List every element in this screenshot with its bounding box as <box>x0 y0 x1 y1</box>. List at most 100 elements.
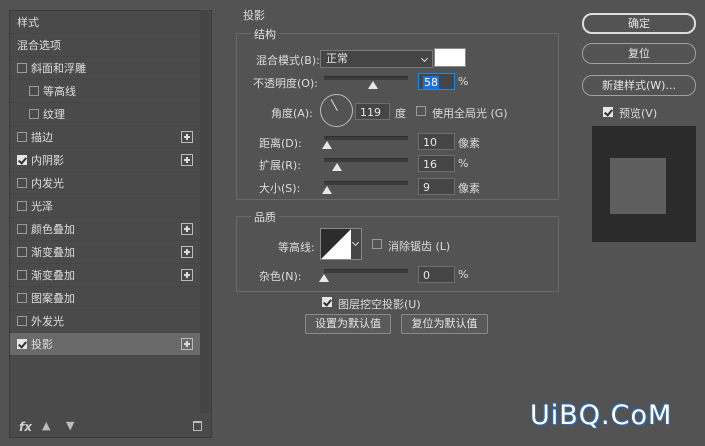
opacity-slider-thumb[interactable] <box>367 81 378 89</box>
noise-input[interactable]: 0 <box>418 266 455 283</box>
style-item-row[interactable]: 渐变叠加 <box>10 241 203 264</box>
style-item-checkbox[interactable] <box>29 86 39 96</box>
noise-slider-track[interactable] <box>324 269 408 273</box>
style-item-label: 渐变叠加 <box>31 246 75 259</box>
contour-preview-icon <box>321 229 351 259</box>
distance-slider-track[interactable] <box>324 136 408 140</box>
noise-label: 杂色(N): <box>259 270 302 283</box>
style-item-label: 纹理 <box>43 108 65 121</box>
style-item-label: 内发光 <box>31 177 64 190</box>
style-item-label: 等高线 <box>43 85 76 98</box>
move-up-icon[interactable]: ▲ <box>42 419 50 432</box>
reset-button[interactable]: 复位 <box>582 43 696 64</box>
style-item-row[interactable]: 样式 <box>10 11 203 34</box>
style-item-row[interactable]: 颜色叠加 <box>10 218 203 241</box>
global-light-checkbox[interactable] <box>416 106 426 116</box>
style-item-row[interactable]: 等高线 <box>10 80 203 103</box>
reset-default-button[interactable]: 复位为默认值 <box>401 314 488 334</box>
opacity-slider-track[interactable] <box>324 76 408 80</box>
style-item-checkbox[interactable] <box>17 201 27 211</box>
style-item-checkbox[interactable] <box>17 339 27 349</box>
style-item-checkbox[interactable] <box>17 293 27 303</box>
angle-input[interactable]: 119 <box>355 103 390 120</box>
style-item-row[interactable]: 图案叠加 <box>10 287 203 310</box>
style-item-row[interactable]: 内发光 <box>10 172 203 195</box>
style-item-row[interactable]: 描边 <box>10 126 203 149</box>
preview-label: 预览(V) <box>619 107 658 120</box>
styles-list-panel: 样式 混合选项 斜面和浮雕 等高线 纹理 描边 内阴影 内发光 光泽 颜色叠加 渐变叠加 渐变叠加 图案… <box>9 10 212 438</box>
add-effect-plus-icon[interactable] <box>181 131 193 143</box>
styles-scrollbar[interactable] <box>200 10 209 413</box>
angle-dial[interactable] <box>320 94 353 127</box>
style-item-row[interactable]: 斜面和浮雕 <box>10 57 203 80</box>
style-item-checkbox[interactable] <box>17 155 27 165</box>
opacity-value: 58 <box>423 76 439 89</box>
contour-label: 等高线: <box>278 241 315 254</box>
spread-label: 扩展(R): <box>259 159 301 172</box>
spread-slider-thumb[interactable] <box>332 163 343 171</box>
blend-mode-label: 混合模式(B): <box>256 54 320 67</box>
style-item-checkbox[interactable] <box>17 247 27 257</box>
style-preview-swatch <box>610 158 666 214</box>
style-item-label: 投影 <box>31 338 53 351</box>
style-item-checkbox[interactable] <box>17 224 27 234</box>
style-item-row[interactable]: 混合选项 <box>10 34 203 57</box>
style-item-label: 描边 <box>31 131 53 144</box>
opacity-unit: % <box>458 75 469 88</box>
style-item-label: 内阴影 <box>31 154 64 167</box>
angle-label: 角度(A): <box>271 107 313 120</box>
contour-picker[interactable] <box>320 228 362 260</box>
section-title-drop-shadow: 投影 <box>243 9 265 22</box>
spread-input[interactable]: 16 <box>418 155 455 172</box>
style-item-checkbox[interactable] <box>17 63 27 73</box>
quality-title: 品质 <box>251 209 279 225</box>
size-slider-track[interactable] <box>324 181 408 185</box>
structure-title: 结构 <box>251 26 279 42</box>
style-item-label: 渐变叠加 <box>31 269 75 282</box>
style-item-row[interactable]: 渐变叠加 <box>10 264 203 287</box>
knockout-checkbox[interactable] <box>322 297 332 307</box>
style-item-row[interactable]: 投影 <box>10 333 203 356</box>
angle-dial-needle <box>330 99 338 111</box>
style-item-checkbox[interactable] <box>17 178 27 188</box>
anti-alias-checkbox[interactable] <box>372 239 382 249</box>
chevron-down-icon <box>351 238 360 247</box>
knockout-label: 图层挖空投影(U) <box>338 298 421 311</box>
trash-icon[interactable] <box>193 421 202 431</box>
add-effect-plus-icon[interactable] <box>181 269 193 281</box>
style-item-row[interactable]: 纹理 <box>10 103 203 126</box>
watermark-logo: UiBQ.CoM <box>530 400 673 431</box>
add-effect-plus-icon[interactable] <box>181 154 193 166</box>
style-item-checkbox[interactable] <box>17 316 27 326</box>
style-item-checkbox[interactable] <box>29 109 39 119</box>
set-default-button[interactable]: 设置为默认值 <box>305 314 391 334</box>
distance-unit: 像素 <box>458 137 480 150</box>
distance-input[interactable]: 10 <box>418 133 455 150</box>
opacity-input[interactable]: 58 <box>418 73 455 90</box>
style-item-label: 外发光 <box>31 315 64 328</box>
style-item-row[interactable]: 外发光 <box>10 310 203 333</box>
anti-alias-label: 消除锯齿 (L) <box>388 240 451 253</box>
add-effect-plus-icon[interactable] <box>181 338 193 350</box>
spread-unit: % <box>458 157 469 170</box>
style-item-row[interactable]: 内阴影 <box>10 149 203 172</box>
distance-slider-thumb[interactable] <box>322 141 333 149</box>
style-item-checkbox[interactable] <box>17 132 27 142</box>
style-item-label: 斜面和浮雕 <box>31 62 86 75</box>
move-down-icon[interactable]: ▼ <box>66 419 74 432</box>
style-item-row[interactable]: 光泽 <box>10 195 203 218</box>
fx-button[interactable]: fx <box>19 420 32 434</box>
add-effect-plus-icon[interactable] <box>181 246 193 258</box>
new-style-button[interactable]: 新建样式(W)... <box>582 75 696 96</box>
noise-slider-thumb[interactable] <box>319 274 329 282</box>
style-item-checkbox[interactable] <box>17 270 27 280</box>
size-input[interactable]: 9 <box>418 178 455 195</box>
shadow-color-swatch[interactable] <box>434 48 466 67</box>
ok-button[interactable]: 确定 <box>582 13 696 34</box>
size-slider-thumb[interactable] <box>322 186 333 194</box>
blend-mode-select[interactable]: 正常 <box>320 50 433 68</box>
preview-checkbox[interactable] <box>603 107 613 117</box>
add-effect-plus-icon[interactable] <box>181 223 193 235</box>
spread-slider-track[interactable] <box>324 158 408 162</box>
style-item-label: 光泽 <box>31 200 53 213</box>
